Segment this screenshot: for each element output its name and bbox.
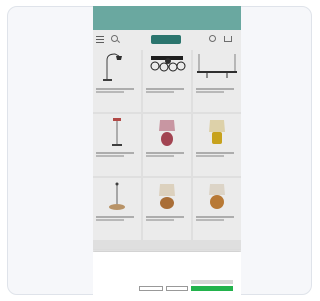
cookie-accept-button[interactable]: [191, 286, 233, 291]
cookie-consent-banner: [93, 252, 241, 295]
mobile-page-preview: [93, 6, 241, 295]
cookie-reject-button[interactable]: [166, 286, 188, 291]
cookie-settings-button[interactable]: [139, 286, 163, 291]
cookie-secondary-button[interactable]: [191, 280, 233, 284]
cookie-body-text: [97, 260, 237, 280]
top-banner: [93, 6, 241, 30]
